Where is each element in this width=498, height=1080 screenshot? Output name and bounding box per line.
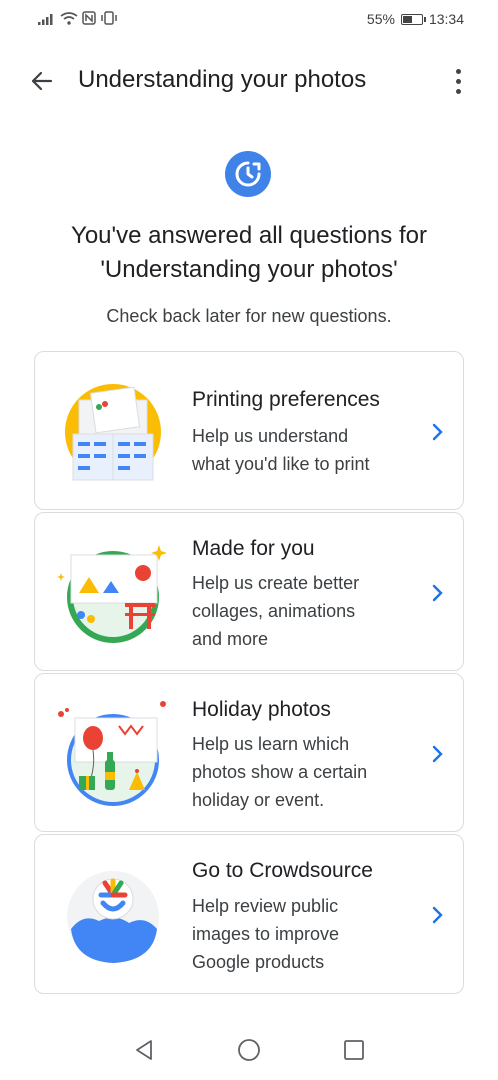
system-nav-bar [0,1020,498,1080]
crowdsource-illustration [67,871,159,963]
headline: You've answered all questions for 'Under… [71,222,427,283]
status-bar: 55% 13:34 [0,0,498,42]
more-vert-icon [455,68,461,74]
nav-recents-button[interactable] [340,1036,368,1064]
printing-illustration [65,384,161,481]
battery-percent: 55% [366,11,395,27]
nav-back-button[interactable] [130,1036,158,1064]
nav-home-button[interactable] [235,1036,263,1064]
clock-check-icon [225,151,271,197]
status-right: 55% 13:34 [367,11,464,27]
card-holiday-photos[interactable]: Holiday photos Help us learn which photo… [34,673,464,832]
chevron-right-icon [429,581,447,605]
card-title: Made for you [192,537,315,560]
clock-time: 13:34 [428,11,464,27]
card-description: Help us understand what you'd like to pr… [192,426,370,474]
signal-icon [38,13,53,25]
wifi-icon [60,11,78,25]
back-button[interactable] [24,64,60,98]
status-icons [38,11,118,25]
battery-icon [400,13,426,25]
card-made-for-you[interactable]: Made for you Help us create better colla… [34,512,464,671]
holiday-illustration [58,701,166,806]
card-title: Go to Crowdsource [192,859,373,882]
card-title: Printing preferences [192,388,380,411]
chevron-right-icon [429,742,447,766]
card-description: Help review public images to improve Goo… [192,896,340,972]
made-for-you-illustration [57,545,167,643]
vibrate-icon [101,11,117,25]
nfc-icon [82,11,96,25]
nav-back-icon [136,1040,152,1060]
card-printing-preferences[interactable]: Printing preferences Help us understand … [34,351,464,510]
card-description: Help us create better collages, animatio… [192,573,360,649]
chevron-right-icon [429,903,447,927]
nav-recents-icon [344,1040,364,1060]
card-description: Help us learn which photos show a certai… [192,734,368,810]
nav-home-icon [238,1039,260,1061]
app-bar: Understanding your photos [0,52,498,110]
chevron-right-icon [429,420,447,444]
more-options-button[interactable] [446,64,470,98]
page-title: Understanding your photos [78,66,367,93]
card-crowdsource[interactable]: Go to Crowdsource Help review public ima… [34,834,464,994]
card-title: Holiday photos [192,698,331,721]
subtext: Check back later for new questions. [106,306,392,326]
arrow-back-icon [31,71,53,91]
